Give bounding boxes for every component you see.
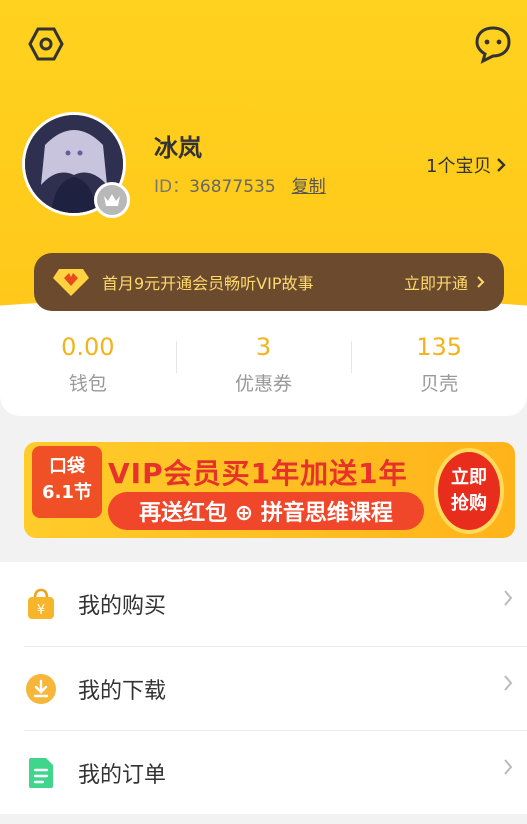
avatar[interactable]: [22, 112, 130, 220]
promo-subtitle: 再送红包 ⊕ 拼音思维课程: [108, 492, 424, 530]
wallet-value: 0.00: [61, 332, 115, 361]
promo-tag-line1: 口袋: [49, 456, 85, 477]
document-icon: [24, 756, 58, 790]
chevron-right-icon: [497, 158, 507, 172]
crown-icon: [104, 194, 120, 206]
stat-wallet[interactable]: 0.00 钱包: [0, 333, 176, 396]
shopping-bag-icon: ¥: [24, 587, 58, 621]
chevron-right-icon: [503, 673, 513, 698]
promo-buy-button[interactable]: 立即 抢购: [434, 448, 504, 534]
chevron-right-icon: [477, 276, 485, 288]
vip-banner[interactable]: 首月9元开通会员畅听VIP故事 立即开通: [34, 253, 504, 311]
user-id: ID：36877535: [154, 177, 276, 197]
menu-list: ¥ 我的购买 我的下载 我的订单: [0, 562, 527, 814]
messages-button[interactable]: [472, 24, 514, 64]
wallet-label: 钱包: [68, 372, 107, 395]
menu-label-downloads: 我的下载: [78, 678, 167, 704]
coupons-label: 优惠券: [235, 372, 293, 395]
menu-item-downloads[interactable]: 我的下载: [24, 646, 527, 730]
vip-open-label: 立即开通: [403, 274, 468, 293]
promo-title: VIP会员买1年加送1年: [108, 457, 408, 490]
shells-label: 贝壳: [420, 372, 459, 395]
stat-coupons[interactable]: 3 优惠券: [175, 332, 352, 396]
copy-id-link[interactable]: 复制: [292, 172, 326, 197]
promo-tag-line2: 6.1节: [42, 482, 92, 503]
settings-icon: [28, 27, 64, 61]
account-stats: 0.00 钱包 3 优惠券 135 贝壳: [0, 312, 527, 416]
username: 冰岚: [154, 134, 202, 162]
chevron-right-icon: [503, 588, 513, 613]
stat-shells[interactable]: 135 贝壳: [351, 333, 527, 396]
baby-link-label: 1个宝贝: [426, 156, 492, 177]
promo-button-line2: 抢购: [451, 493, 487, 514]
vip-banner-text: 首月9元开通会员畅听VIP故事: [102, 274, 314, 293]
coupons-value: 3: [255, 332, 272, 361]
shells-value: 135: [416, 332, 463, 361]
user-id-row: ID：36877535 复制: [154, 172, 326, 197]
promo-tag: 口袋 6.1节: [32, 446, 102, 518]
chat-bubble-icon: [475, 26, 511, 64]
menu-item-purchases[interactable]: ¥ 我的购买: [0, 562, 527, 646]
promo-button-line1: 立即: [451, 467, 487, 488]
settings-button[interactable]: [26, 24, 66, 64]
svg-text:¥: ¥: [37, 603, 45, 618]
baby-profile-link[interactable]: 1个宝贝: [426, 152, 507, 178]
download-icon: [24, 672, 58, 706]
menu-item-orders[interactable]: 我的订单: [24, 730, 527, 814]
diamond-icon: [53, 269, 89, 296]
promo-banner[interactable]: 口袋 6.1节 VIP会员买1年加送1年 再送红包 ⊕ 拼音思维课程 立即 抢购: [24, 442, 515, 538]
menu-label-purchases: 我的购买: [78, 594, 167, 619]
menu-label-orders: 我的订单: [78, 762, 167, 788]
chevron-right-icon: [503, 757, 513, 782]
vip-open-button[interactable]: 立即开通: [404, 270, 486, 294]
membership-badge: [94, 182, 130, 218]
